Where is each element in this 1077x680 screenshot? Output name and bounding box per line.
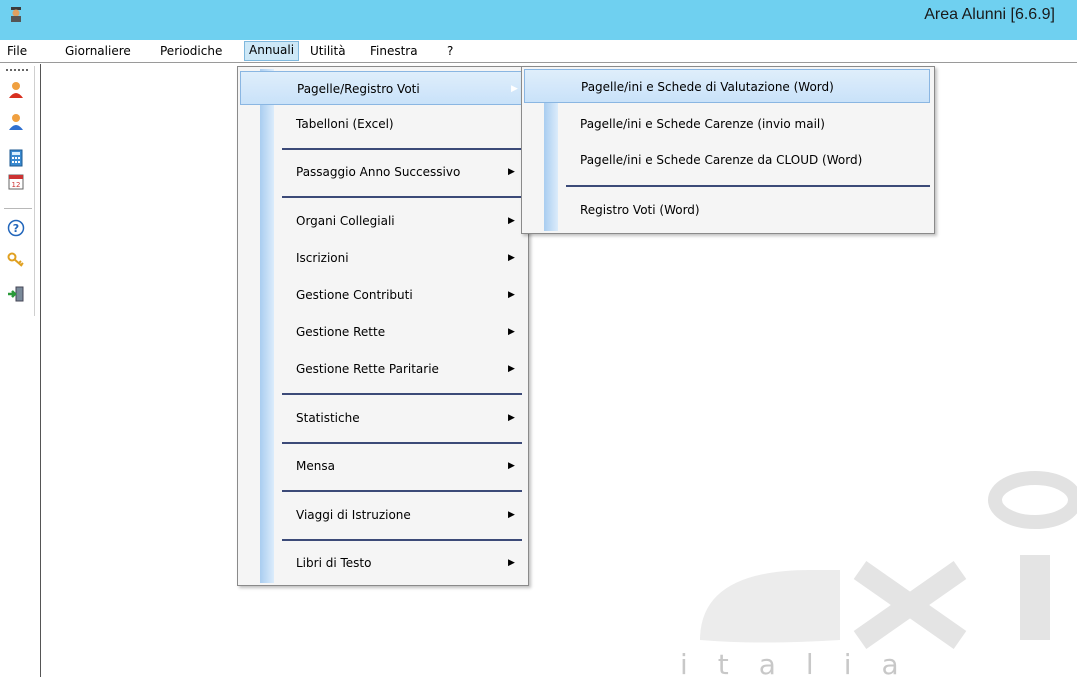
menu-item-label: Gestione Rette: [296, 325, 386, 339]
menu-item-iscrizioni[interactable]: Iscrizioni ▶: [240, 241, 524, 275]
menu-item-gestione-contributi[interactable]: Gestione Contributi ▶: [240, 278, 524, 312]
user-red-icon[interactable]: [6, 80, 26, 100]
submenu-arrow-icon: ▶: [508, 558, 515, 568]
menu-item-gestione-rette-paritarie[interactable]: Gestione Rette Paritarie ▶: [240, 352, 524, 386]
submenu-arrow-icon: ▶: [508, 253, 515, 263]
toolbar-grip[interactable]: [6, 69, 30, 71]
window-title: Area Alunni [6.6.9]: [924, 6, 1055, 23]
menu-separator: [282, 393, 522, 395]
menu-giornaliere[interactable]: Giornaliere: [63, 42, 133, 60]
menu-separator: [282, 148, 522, 150]
submenu-arrow-icon: ▶: [508, 290, 515, 300]
menu-periodiche[interactable]: Periodiche: [158, 42, 224, 60]
menu-item-gestione-rette[interactable]: Gestione Rette ▶: [240, 315, 524, 349]
menu-item-label: Viaggi di Istruzione: [296, 508, 411, 522]
menu-item-mensa[interactable]: Mensa ▶: [240, 449, 524, 483]
menu-item-label: Passaggio Anno Successivo: [296, 165, 461, 179]
menu-separator: [282, 539, 522, 541]
menu-item-organi-collegiali[interactable]: Organi Collegiali ▶: [240, 204, 524, 238]
menu-item-label: Pagelle/Registro Voti: [297, 82, 420, 96]
menu-separator: [282, 490, 522, 492]
menu-bar: File Giornaliere Periodiche Annuali Util…: [0, 40, 1077, 62]
menu-annuali[interactable]: Annuali: [244, 41, 300, 61]
pagelle-submenu: Pagelle/ini e Schede di Valutazione (Wor…: [521, 66, 935, 234]
menu-item-label: Iscrizioni: [296, 251, 349, 265]
submenu-arrow-icon: ▶: [508, 216, 515, 226]
menu-item-label: Statistiche: [296, 411, 360, 425]
menu-item-label: Registro Voti (Word): [580, 203, 700, 217]
app-icon[interactable]: [8, 6, 24, 22]
menu-separator: [566, 185, 930, 187]
client-border: [40, 64, 41, 677]
submenu-arrow-icon: ▶: [508, 327, 515, 337]
annuali-dropdown-menu: Pagelle/Registro Voti ▶ Tabelloni (Excel…: [237, 66, 529, 586]
menu-item-label: Pagelle/ini e Schede di Valutazione (Wor…: [581, 80, 834, 94]
menu-item-label: Organi Collegiali: [296, 214, 395, 228]
submenu-item-schede-valutazione[interactable]: Pagelle/ini e Schede di Valutazione (Wor…: [524, 69, 930, 103]
menu-item-statistiche[interactable]: Statistiche ▶: [240, 401, 524, 435]
axi-italia-watermark-logo: italia: [660, 460, 1077, 680]
menu-item-tabelloni[interactable]: Tabelloni (Excel): [240, 107, 524, 141]
exit-door-icon[interactable]: [6, 284, 26, 304]
menu-item-label: Libri di Testo: [296, 556, 372, 570]
menu-item-libri-di-testo[interactable]: Libri di Testo ▶: [240, 546, 524, 580]
menu-separator: [282, 196, 522, 198]
vertical-toolbar: 12 ?: [2, 66, 35, 316]
menu-separator: [282, 442, 522, 444]
submenu-arrow-icon: ▶: [508, 510, 515, 520]
submenu-item-schede-carenze-mail[interactable]: Pagelle/ini e Schede Carenze (invio mail…: [524, 107, 930, 141]
menu-item-label: Pagelle/ini e Schede Carenze da CLOUD (W…: [580, 153, 863, 167]
submenu-arrow-icon: ▶: [511, 84, 518, 94]
menu-finestra[interactable]: Finestra: [368, 42, 420, 60]
menu-item-label: Gestione Contributi: [296, 288, 413, 302]
menu-item-label: Pagelle/ini e Schede Carenze (invio mail…: [580, 117, 825, 131]
submenu-item-registro-voti[interactable]: Registro Voti (Word): [524, 193, 930, 227]
keys-icon[interactable]: [6, 250, 26, 270]
menu-item-viaggi-istruzione[interactable]: Viaggi di Istruzione ▶: [240, 498, 524, 532]
user-blue-icon[interactable]: [6, 112, 26, 132]
calendar-icon[interactable]: 12: [6, 172, 26, 192]
svg-text:italia: italia: [680, 648, 929, 677]
submenu-arrow-icon: ▶: [508, 167, 515, 177]
submenu-arrow-icon: ▶: [508, 364, 515, 374]
menu-item-pagelle-registro-voti[interactable]: Pagelle/Registro Voti ▶: [240, 71, 524, 105]
svg-text:12: 12: [12, 181, 21, 189]
calculator-icon[interactable]: [6, 148, 26, 168]
menu-file[interactable]: File: [5, 42, 29, 60]
svg-text:?: ?: [13, 222, 19, 235]
menu-item-label: Tabelloni (Excel): [296, 117, 394, 131]
submenu-item-schede-carenze-cloud[interactable]: Pagelle/ini e Schede Carenze da CLOUD (W…: [524, 143, 930, 177]
menu-item-passaggio-anno[interactable]: Passaggio Anno Successivo ▶: [240, 155, 524, 189]
menu-utilita[interactable]: Utilità: [308, 42, 348, 60]
menu-item-label: Gestione Rette Paritarie: [296, 362, 439, 376]
submenu-arrow-icon: ▶: [508, 461, 515, 471]
menu-help[interactable]: ?: [445, 42, 455, 60]
title-bar: Area Alunni [6.6.9]: [0, 0, 1077, 40]
submenu-arrow-icon: ▶: [508, 413, 515, 423]
menu-item-label: Mensa: [296, 459, 335, 473]
toolbar-separator: [4, 208, 32, 209]
help-icon[interactable]: ?: [6, 218, 26, 238]
